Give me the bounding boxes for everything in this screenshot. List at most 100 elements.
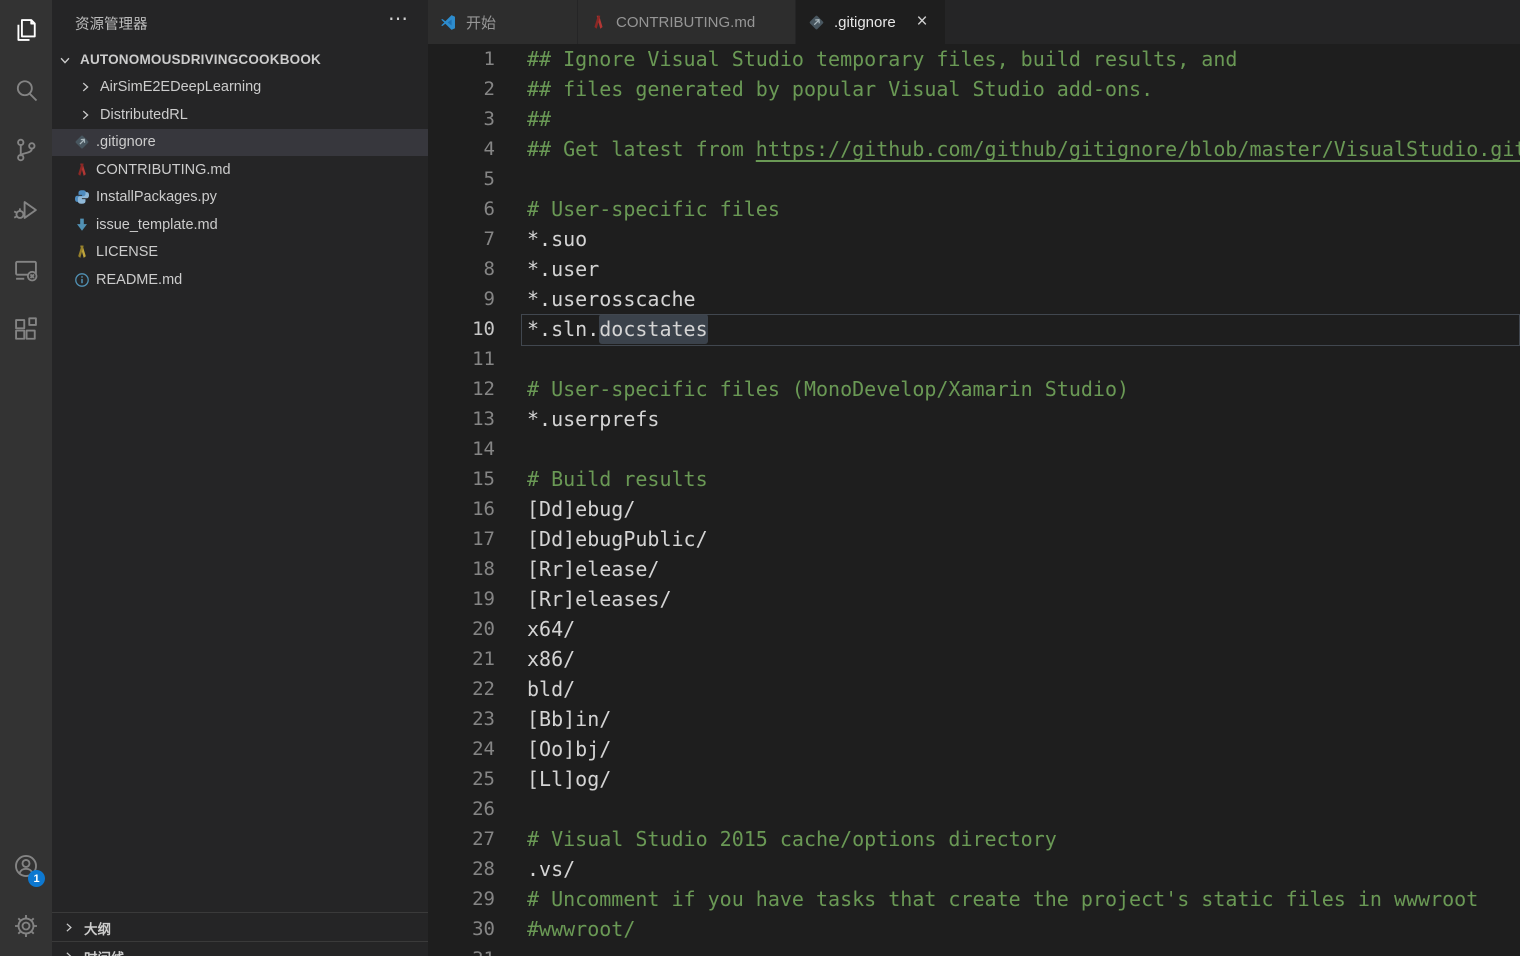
tree-item-label: LICENSE [96,244,158,260]
editor-line[interactable]: 5 [428,164,1520,194]
activity-bar-item-remote-explorer[interactable] [0,240,52,300]
editor-line[interactable]: 13*.userprefs [428,404,1520,434]
line-number: 29 [428,884,495,914]
tree-folder-DistributedRL[interactable]: DistributedRL [52,101,428,129]
editor-line[interactable]: 8*.user [428,254,1520,284]
line-number: 7 [428,224,495,254]
section-outline[interactable]: 大纲 [52,912,428,942]
editor-line[interactable]: 10*.sln.docstates [428,314,1520,344]
editor-line[interactable]: 24[Oo]bj/ [428,734,1520,764]
editor[interactable]: 1## Ignore Visual Studio temporary files… [428,44,1520,956]
activity-bar: 1 [0,0,52,956]
pattern-token: bld/ [527,677,575,701]
editor-line[interactable]: 1## Ignore Visual Studio temporary files… [428,44,1520,74]
editor-line[interactable]: 7 *.suo [428,224,1520,254]
editor-line[interactable]: 20 x64/ [428,614,1520,644]
tree-item-label: InstallPackages.py [96,189,217,205]
comment-token: #wwwroot/ [527,917,635,941]
tree-item-label: .gitignore [96,134,156,150]
tree-folder-AirSimE2EDeepLearning[interactable]: AirSimE2EDeepLearning [52,74,428,102]
comment-token: ## Ignore Visual Studio temporary files,… [527,47,1237,71]
run-debug-icon [12,196,40,224]
line-number: 23 [428,704,495,734]
pattern-token: x86/ [527,647,575,671]
close-icon[interactable]: × [911,11,933,33]
pattern-token: x64/ [527,617,575,641]
editor-line[interactable]: 23 [Bb]in/ [428,704,1520,734]
editor-line[interactable]: 26 [428,794,1520,824]
editor-line[interactable]: 25[Ll]og/ [428,764,1520,794]
editor-line[interactable]: 21 x86/ [428,644,1520,674]
tree-file-README.md[interactable]: README.md [52,266,428,294]
editor-line[interactable]: 27# Visual Studio 2015 cache/options dir… [428,824,1520,854]
line-content: *.userprefs [527,404,659,434]
pattern-token: [Rr]elease/ [527,557,659,581]
line-number: 19 [428,584,495,614]
editor-line[interactable]: 19[Rr]eleases/ [428,584,1520,614]
vscode-window: 1 资源管理器 ⋯ AUTONOMOUSDRIVINGCOOKBOOKAirSi… [0,0,1520,956]
editor-line[interactable]: 17[Dd]ebugPublic/ [428,524,1520,554]
line-content: ## Get latest from https://github.com/gi… [527,134,1520,164]
tab-.gitignore[interactable]: .gitignore × [796,0,946,44]
line-content: # User-specific files (MonoDevelop/Xamar… [527,374,1129,404]
line-number: 17 [428,524,495,554]
line-number: 28 [428,854,495,884]
line-content: [Bb]in/ [527,704,611,734]
editor-line[interactable]: 2## files generated by popular Visual St… [428,74,1520,104]
line-number: 20 [428,614,495,644]
arrow-down-icon [74,217,90,233]
more-actions-button[interactable]: ⋯ [382,6,414,32]
comment-token: # User-specific files (MonoDevelop/Xamar… [527,377,1129,401]
gitignore-url-link[interactable]: https://github.com/github/gitignore/blob… [756,137,1520,161]
line-number: 9 [428,284,495,314]
tree-file-issue_template.md[interactable]: issue_template.md [52,211,428,239]
editor-line[interactable]: 31 [428,944,1520,956]
editor-line[interactable]: 28.vs/ [428,854,1520,884]
editor-line[interactable]: 9 *.userosscache [428,284,1520,314]
activity-bar-item-settings[interactable] [0,896,52,956]
editor-line[interactable]: 11 [428,344,1520,374]
editor-line[interactable]: 6# User-specific files [428,194,1520,224]
settings-icon [12,912,40,940]
activity-bar-item-account[interactable]: 1 [0,836,52,896]
tree-item-label: README.md [96,272,182,288]
activity-bar-item-source-control[interactable] [0,120,52,180]
activity-bar-item-search[interactable] [0,60,52,120]
tab-label: .gitignore [834,14,896,31]
file-tree: AUTONOMOUSDRIVINGCOOKBOOKAirSimE2EDeepLe… [52,46,428,294]
line-content: bld/ [527,674,575,704]
line-number: 21 [428,644,495,674]
chevron-right-icon [62,950,75,956]
tree-file-InstallPackages.py[interactable]: InstallPackages.py [52,184,428,212]
editor-line[interactable]: 12 # User-specific files (MonoDevelop/Xam… [428,374,1520,404]
line-number: 12 [428,374,495,404]
editor-line[interactable]: 4## Get latest from https://github.com/g… [428,134,1520,164]
tree-file-LICENSE[interactable]: LICENSE [52,239,428,267]
activity-bar-item-extensions[interactable] [0,300,52,360]
editor-line[interactable]: 29# Uncomment if you have tasks that cre… [428,884,1520,914]
line-number: 5 [428,164,495,194]
tree-root-folder[interactable]: AUTONOMOUSDRIVINGCOOKBOOK [52,46,428,74]
line-content: # Build results [527,464,708,494]
pattern-token: *.suo [527,227,587,251]
tree-file-.gitignore[interactable]: .gitignore [52,129,428,157]
tree-file-CONTRIBUTING.md[interactable]: CONTRIBUTING.md [52,156,428,184]
line-content: *.suo [527,224,587,254]
line-number: 31 [428,944,495,956]
activity-bar-item-run-debug[interactable] [0,180,52,240]
editor-line[interactable]: 15# Build results [428,464,1520,494]
editor-line[interactable]: 30#wwwroot/ [428,914,1520,944]
editor-line[interactable]: 14 [428,434,1520,464]
line-content: *.userosscache [527,284,696,314]
tree-item-label: issue_template.md [96,217,218,233]
editor-line[interactable]: 16[Dd]ebug/ [428,494,1520,524]
activity-bar-item-explorer[interactable] [0,0,52,60]
editor-line[interactable]: 3## [428,104,1520,134]
pattern-token: [Oo]bj/ [527,737,611,761]
editor-line[interactable]: 18[Rr]elease/ [428,554,1520,584]
section-timeline[interactable]: 时间线 [52,941,428,956]
tab-CONTRIBUTING.md[interactable]: CONTRIBUTING.md [578,0,796,44]
tab-开始[interactable]: 开始 [428,0,578,44]
comment-token: ## files generated by popular Visual Stu… [527,77,1153,101]
editor-line[interactable]: 22bld/ [428,674,1520,704]
